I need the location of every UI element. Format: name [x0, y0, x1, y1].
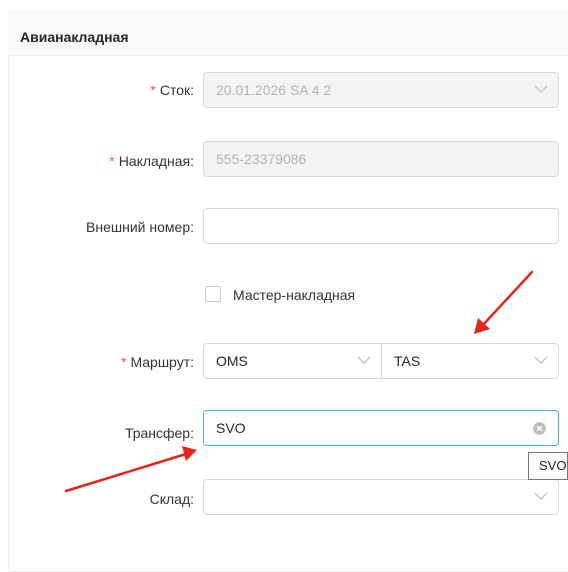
chevron-down-icon — [534, 356, 548, 364]
required-mark: * — [109, 153, 115, 169]
chevron-down-icon — [534, 85, 548, 93]
card-title: Авианакладная — [20, 29, 129, 45]
clear-circle-icon[interactable] — [533, 422, 546, 435]
route-from-select[interactable]: OMS — [203, 343, 382, 379]
route-label: * Маршрут: — [120, 354, 194, 370]
warehouse-select[interactable] — [203, 479, 559, 515]
waybill-label: * Накладная: — [109, 153, 194, 169]
route-from-value: OMS — [216, 353, 248, 369]
warehouse-label: Склад: — [149, 491, 194, 507]
required-mark: * — [150, 82, 156, 98]
waybill-input[interactable]: 555-23379086 — [203, 141, 559, 177]
chevron-down-icon — [534, 492, 548, 500]
chevron-down-icon — [357, 356, 371, 364]
external-number-input[interactable] — [203, 208, 559, 244]
required-mark: * — [120, 354, 127, 370]
stock-select[interactable]: 20.01.2026 SA 4 2 — [203, 72, 559, 108]
master-waybill-checkbox[interactable] — [205, 286, 221, 302]
stock-label: * Сток: — [150, 82, 194, 98]
route-to-select[interactable]: TAS — [381, 343, 559, 379]
transfer-label: Трансфер: — [124, 425, 194, 441]
route-to-value: TAS — [394, 353, 421, 369]
transfer-value: SVO — [216, 420, 246, 436]
stock-value: 20.01.2026 SA 4 2 — [216, 82, 332, 98]
waybill-value: 555-23379086 — [216, 151, 307, 167]
external-number-label: Внешний номер: — [86, 219, 194, 235]
transfer-tooltip: SVO — [528, 452, 568, 480]
transfer-input[interactable]: SVO — [203, 410, 559, 446]
master-waybill-label[interactable]: Мастер-накладная — [233, 287, 355, 303]
